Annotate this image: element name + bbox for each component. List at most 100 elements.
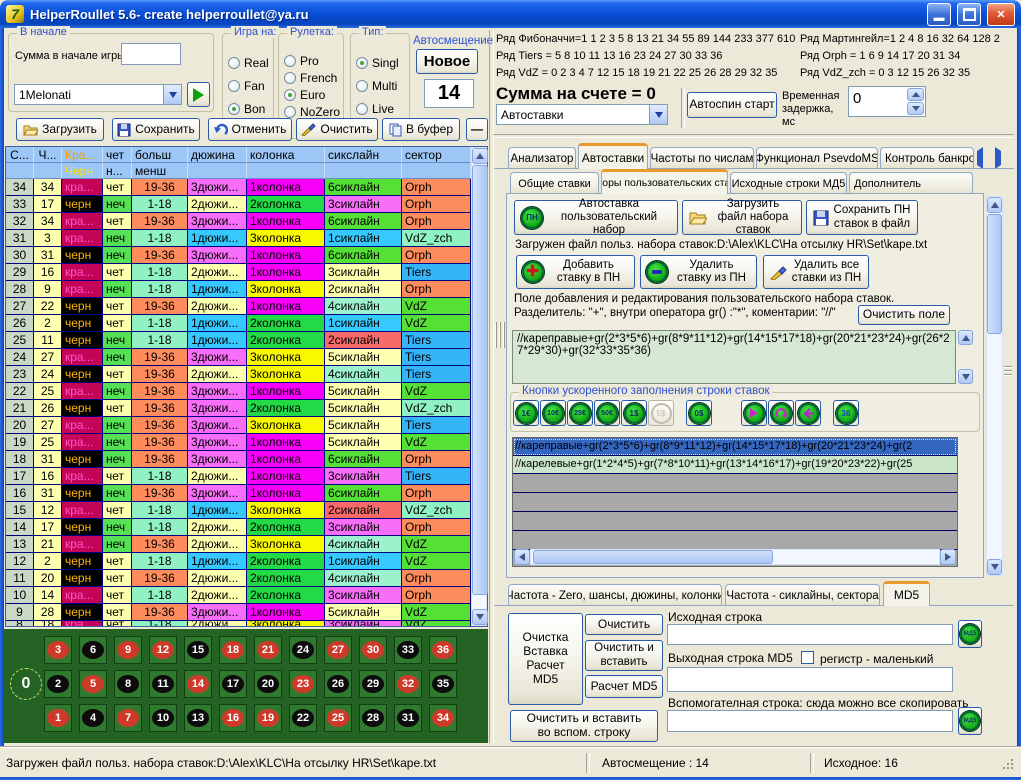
panel-scroll-thumb[interactable] bbox=[987, 214, 1002, 334]
preset-combo-dropdown[interactable] bbox=[163, 85, 181, 104]
resize-grip[interactable] bbox=[1002, 758, 1015, 777]
radio-euro[interactable]: Euro bbox=[284, 88, 325, 102]
md5-clear-paste-calc-button[interactable]: Очистка Вставка Расчет MD5 bbox=[508, 613, 583, 705]
radio-pro[interactable]: Pro bbox=[284, 54, 319, 68]
md5-output-field[interactable] bbox=[667, 667, 953, 692]
board-number[interactable]: 30 bbox=[359, 636, 387, 664]
md5-run-button-2[interactable]: МД5 bbox=[958, 707, 982, 735]
col-header-even[interactable]: чет bbox=[103, 147, 132, 163]
table-row[interactable]: 2324чернчет19-362дюжи...3колонка4сиклайн… bbox=[6, 366, 471, 383]
title-bar[interactable]: 7 HelperRoullet 5.6- create helperroulle… bbox=[0, 0, 1021, 28]
radio-live[interactable]: Live bbox=[356, 102, 394, 116]
table-row[interactable]: 1120чернчет19-362дюжи...2колонка4сиклайн… bbox=[6, 570, 471, 587]
edit-scroll-up[interactable] bbox=[958, 330, 973, 345]
table-row[interactable]: 2225кра...неч19-363дюжи...1колонка5сикла… bbox=[6, 383, 471, 400]
list-item[interactable]: //карелевые+gr(1*2*4*5)+gr(7*8*10*11)+gr… bbox=[513, 456, 957, 474]
tab-md5[interactable]: MD5 bbox=[883, 581, 930, 606]
load-bet-set-button[interactable]: Загрузить файл набора ставок bbox=[682, 200, 802, 235]
board-number[interactable]: 27 bbox=[324, 636, 352, 664]
subtab-additional[interactable]: Дополнитель bbox=[849, 172, 973, 194]
save-bet-set-button[interactable]: Сохранить ПН ставок в файл bbox=[806, 200, 918, 235]
lowercase-checkbox[interactable] bbox=[801, 651, 814, 664]
list-scroll-left[interactable] bbox=[514, 549, 530, 565]
autobets-combo[interactable]: Автоставки bbox=[496, 104, 668, 125]
preset-combo[interactable]: 1Melonati bbox=[14, 84, 182, 105]
board-number[interactable]: 36 bbox=[429, 636, 457, 664]
board-number[interactable]: 18 bbox=[219, 636, 247, 664]
board-number[interactable]: 35 bbox=[429, 670, 457, 698]
board-number[interactable]: 28 bbox=[359, 704, 387, 732]
delay-down-button[interactable] bbox=[907, 102, 924, 115]
delete-all-bets-button[interactable]: Удалить все ставки из ПН bbox=[763, 255, 869, 289]
board-number[interactable]: 8 bbox=[114, 670, 142, 698]
delay-spinbox[interactable]: 0 bbox=[848, 86, 926, 117]
splitter-grip[interactable] bbox=[495, 322, 505, 348]
add-bet-button[interactable]: ✚ Добавить ставку в ПН bbox=[516, 255, 635, 289]
md5-clear-paste-aux-button[interactable]: Очистить и вставить во вспом. строку bbox=[510, 710, 658, 742]
board-number[interactable]: 19 bbox=[254, 704, 282, 732]
radio-multi[interactable]: Multi bbox=[356, 79, 397, 93]
bet-set-list[interactable]: //кареправые+gr(2*3*5*6)+gr(8*9*11*12)+g… bbox=[512, 437, 958, 567]
quick-bet-50eur[interactable]: 50€ bbox=[594, 400, 620, 426]
subtab-user-bet-sets[interactable]: Наборы пользовательских ставок bbox=[601, 169, 728, 194]
panel-scrollbar[interactable] bbox=[986, 196, 1003, 576]
board-number[interactable]: 26 bbox=[324, 670, 352, 698]
delay-value[interactable]: 0 bbox=[849, 87, 906, 116]
table-row[interactable]: 1631черннеч19-363дюжи...1колонка6сиклайн… bbox=[6, 485, 471, 502]
table-scroll-thumb[interactable] bbox=[472, 165, 488, 595]
table-row[interactable]: 3031черннеч19-363дюжи...1колонка6сиклайн… bbox=[6, 247, 471, 264]
table-scroll-down[interactable] bbox=[472, 609, 488, 625]
board-number[interactable]: 25 bbox=[324, 704, 352, 732]
board-number[interactable]: 6 bbox=[79, 636, 107, 664]
tabs-scroll-right[interactable] bbox=[995, 151, 1001, 165]
undo-button[interactable]: Отменить bbox=[208, 118, 292, 141]
quick-bet-1usd[interactable]: 1$ bbox=[621, 400, 647, 426]
board-number[interactable]: 10 bbox=[149, 704, 177, 732]
table-row[interactable]: 122чернчет1-181дюжи...2колонка1сиклайнVd… bbox=[6, 553, 471, 570]
tabs-scroll-left[interactable] bbox=[977, 151, 983, 165]
col-header-sixline[interactable]: сикслайн bbox=[325, 147, 402, 163]
col-header-big[interactable]: больш bbox=[132, 147, 188, 163]
panel-scroll-up[interactable] bbox=[987, 197, 1002, 213]
delete-bet-button[interactable]: Удалить ставку из ПН bbox=[640, 255, 757, 289]
list-item-empty[interactable] bbox=[513, 474, 957, 493]
board-number[interactable]: 17 bbox=[219, 670, 247, 698]
list-hscrollbar[interactable] bbox=[514, 549, 956, 565]
quick-bet-1eur[interactable]: 1€ bbox=[513, 400, 539, 426]
board-number[interactable]: 23 bbox=[289, 670, 317, 698]
board-number[interactable]: 24 bbox=[289, 636, 317, 664]
table-row[interactable]: 2916кра...чет1-182дюжи...1колонка3сиклай… bbox=[6, 264, 471, 281]
load-button[interactable]: Загрузить bbox=[16, 118, 104, 141]
subtab-md5-source[interactable]: Исходные строки МД5 bbox=[730, 172, 847, 194]
maximize-button[interactable] bbox=[957, 3, 981, 26]
board-number[interactable]: 1 bbox=[44, 704, 72, 732]
md5-clear-and-paste-button[interactable]: Очистить и вставить bbox=[585, 640, 663, 671]
col-header-number[interactable]: Ч... bbox=[34, 147, 62, 163]
table-row[interactable]: 2126чернчет19-363дюжи...2колонка5сиклайн… bbox=[6, 400, 471, 417]
right-splitter-grip[interactable] bbox=[1004, 366, 1012, 376]
table-row[interactable]: 1512кра...чет1-181дюжи...3колонка2сиклай… bbox=[6, 502, 471, 519]
radio-nozero[interactable]: NoZero bbox=[284, 105, 340, 119]
tab-analyzer[interactable]: Анализатор bbox=[508, 147, 576, 169]
quick-bet-25eur[interactable]: 25€ bbox=[567, 400, 593, 426]
board-number[interactable]: 21 bbox=[254, 636, 282, 664]
quick-back-button[interactable] bbox=[795, 400, 821, 426]
table-row[interactable]: 1014кра...чет1-182дюжи...2колонка3сиклай… bbox=[6, 587, 471, 604]
start-sum-input[interactable] bbox=[121, 43, 181, 65]
board-number[interactable]: 7 bbox=[114, 704, 142, 732]
table-scrollbar[interactable] bbox=[471, 147, 487, 626]
tab-freq-sixlines-sectors[interactable]: Частота - сиклайны, сектора bbox=[725, 584, 880, 606]
collapse-button[interactable]: — bbox=[466, 118, 488, 141]
md5-calc-button[interactable]: Расчет MD5 bbox=[585, 675, 663, 698]
md5-clear-button[interactable]: Очистить bbox=[585, 614, 663, 635]
table-row[interactable]: 1716кра...чет1-182дюжи...1колонка3сиклай… bbox=[6, 468, 471, 485]
table-row[interactable]: 262чернчет1-181дюжи...2колонка1сиклайнVd… bbox=[6, 315, 471, 332]
aux-field[interactable] bbox=[667, 710, 953, 732]
table-row[interactable]: 3234кра...чет19-363дюжи...1колонка6сикла… bbox=[6, 213, 471, 230]
edit-scroll-down[interactable] bbox=[958, 369, 973, 384]
table-row[interactable]: 2427кра...неч19-363дюжи...3колонка5сикла… bbox=[6, 349, 471, 366]
board-number[interactable]: 33 bbox=[394, 636, 422, 664]
tab-bankroll-control[interactable]: Контроль банкро bbox=[880, 147, 974, 169]
md5-input-field[interactable] bbox=[667, 624, 953, 645]
radio-bon[interactable]: Bon bbox=[228, 102, 265, 116]
